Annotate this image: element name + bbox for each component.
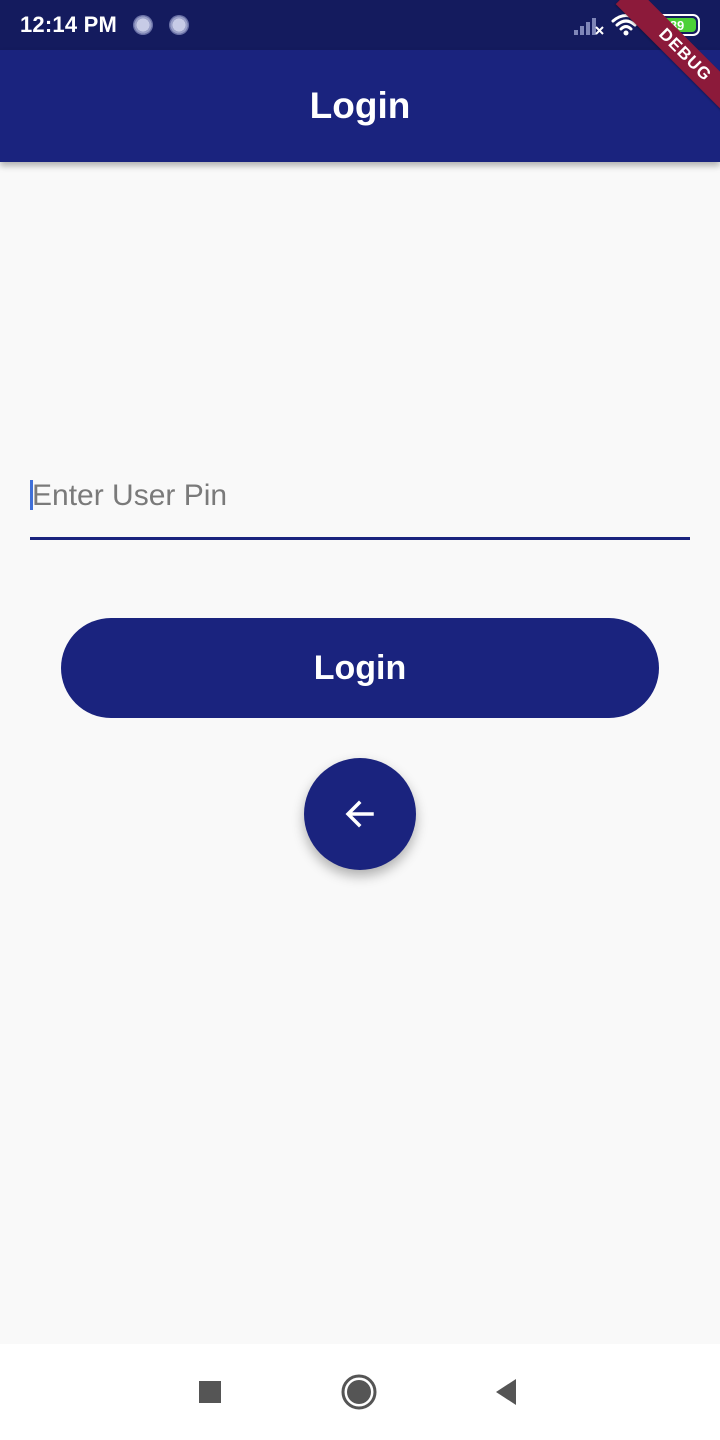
back-icon: [496, 1379, 516, 1405]
navigation-bar: [0, 1344, 720, 1440]
notification-dot-icon: [169, 15, 189, 35]
recent-apps-button[interactable]: [190, 1372, 230, 1412]
system-back-button[interactable]: [486, 1372, 526, 1412]
status-bar: 12:14 PM 89: [0, 0, 720, 50]
pin-field[interactable]: [30, 470, 690, 540]
signal-icon: [574, 18, 604, 35]
status-time: 12:14 PM: [20, 12, 117, 37]
home-icon: [341, 1374, 377, 1410]
page-title: Login: [309, 85, 411, 126]
arrow-back-icon: [345, 800, 374, 828]
pin-input[interactable]: [32, 474, 682, 518]
back-button[interactable]: [304, 758, 416, 870]
recent-apps-icon: [199, 1381, 221, 1403]
app-bar: Login: [0, 50, 720, 162]
home-button[interactable]: [339, 1372, 379, 1412]
notification-dot-icon: [133, 15, 153, 35]
login-button[interactable]: Login: [61, 618, 659, 718]
